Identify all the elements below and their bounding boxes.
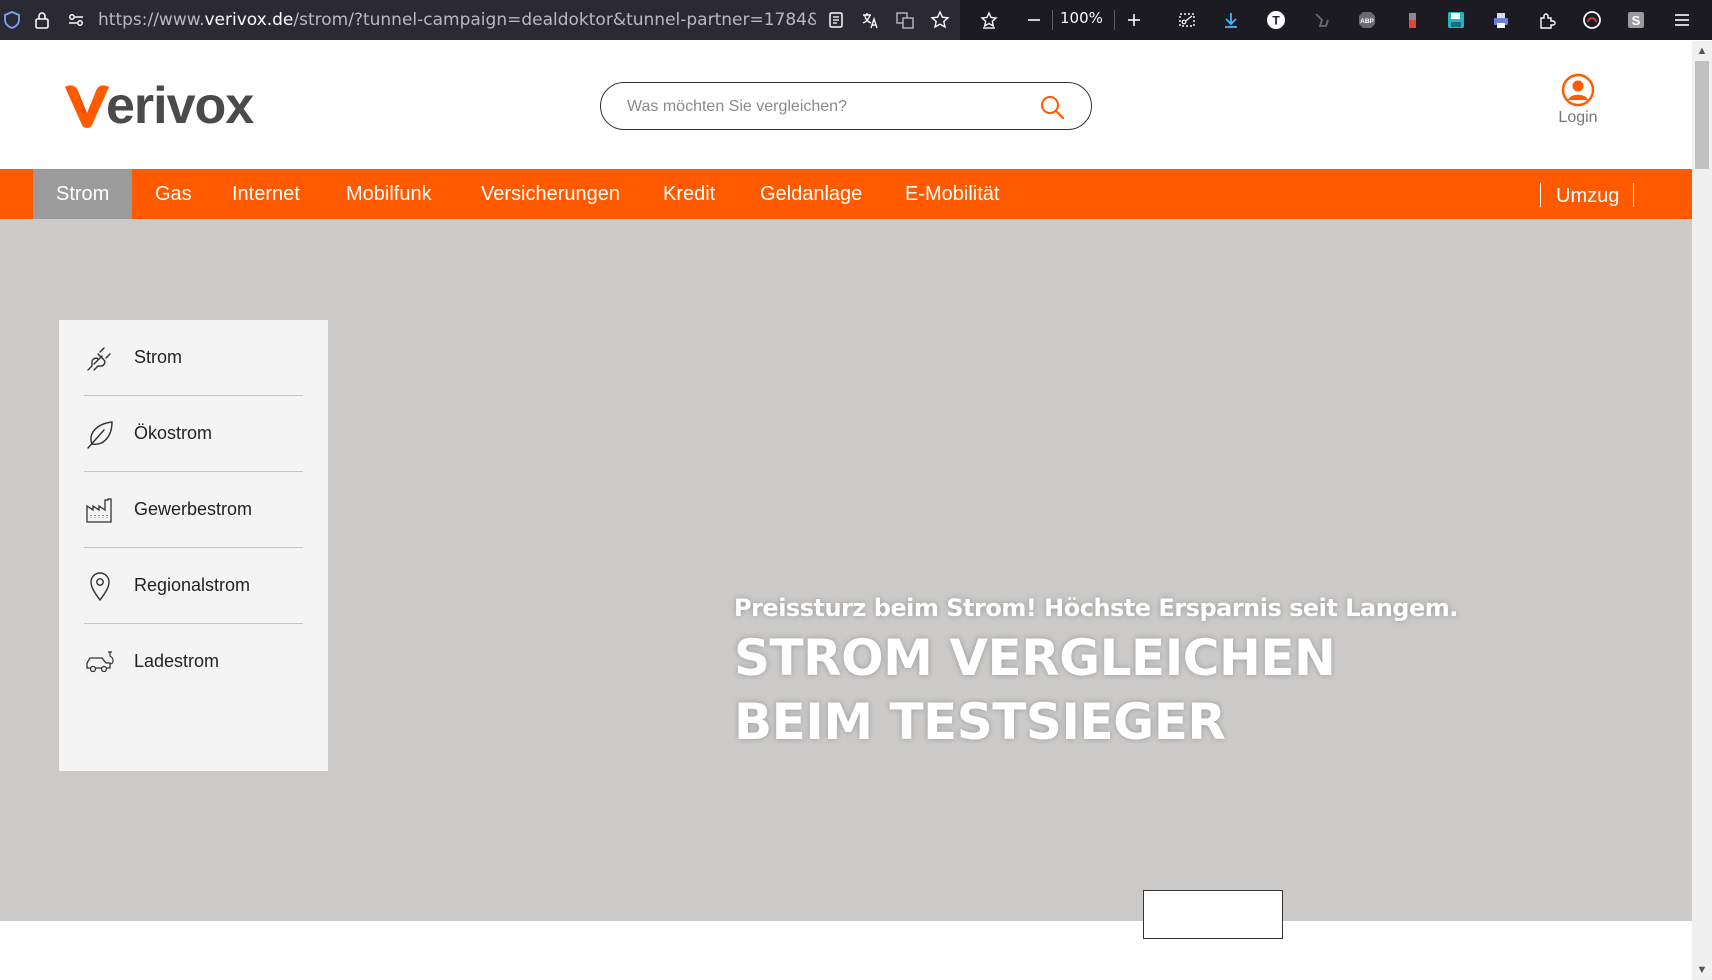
svg-text:ABP: ABP — [1360, 18, 1374, 25]
hero-headline: STROM VERGLEICHEN BEIM TESTSIEGER — [734, 629, 1336, 751]
address-bar[interactable]: https://www.verivox.de/strom/?tunnel-cam… — [0, 0, 960, 40]
factory-icon — [86, 497, 112, 523]
zoom-in-icon[interactable] — [1122, 8, 1146, 32]
nav-divider — [1633, 183, 1634, 207]
extension-icon[interactable] — [1310, 8, 1334, 32]
svg-text:T: T — [1272, 14, 1280, 28]
bookmark-star-icon[interactable] — [928, 8, 952, 32]
nav-item-geldanlage[interactable]: Geldanlage — [760, 169, 862, 219]
bookmarks-icon[interactable] — [977, 8, 1001, 32]
scroll-up-arrow[interactable]: ▲ — [1696, 45, 1708, 57]
profile-sync-icon[interactable] — [1580, 8, 1604, 32]
verivox-v-icon — [65, 85, 109, 128]
submenu-item-oekostrom[interactable]: Ökostrom — [84, 396, 303, 472]
nav-item-versicherungen[interactable]: Versicherungen — [481, 169, 620, 219]
save-extension-icon[interactable] — [1444, 8, 1468, 32]
submenu-item-strom[interactable]: Strom — [84, 320, 303, 396]
search-box[interactable] — [600, 82, 1092, 130]
map-pin-icon — [90, 571, 110, 601]
electric-car-icon — [86, 650, 114, 672]
page-scrollbar[interactable]: ▲ ▼ — [1692, 41, 1712, 980]
main-navigation: Strom Gas Internet Mobilfunk Versicherun… — [0, 169, 1692, 219]
zoom-out-icon[interactable] — [1022, 8, 1046, 32]
toolbar-separator — [1052, 10, 1053, 30]
nav-item-umzug[interactable]: Umzug — [1556, 171, 1619, 221]
nav-divider — [1540, 183, 1541, 207]
submenu-label: Gewerbestrom — [134, 499, 253, 519]
browser-toolbar: https://www.verivox.de/strom/?tunnel-cam… — [0, 0, 1712, 40]
plug-icon — [87, 346, 111, 371]
s-extension-icon[interactable]: S — [1624, 8, 1648, 32]
logo-wordmark: erivox — [106, 77, 254, 135]
web-page: erivox Login Strom Gas Internet Mobilfun… — [0, 41, 1692, 980]
submenu-label: Regionalstrom — [134, 575, 251, 595]
hero-text: Preissturz beim Strom! Höchste Ersparnis… — [734, 594, 1458, 754]
screenshot-icon[interactable] — [1175, 8, 1199, 32]
extensions-puzzle-icon[interactable] — [1535, 8, 1559, 32]
nav-item-kredit[interactable]: Kredit — [663, 169, 715, 219]
user-icon — [1561, 73, 1595, 107]
nav-item-e-mobilitaet[interactable]: E-Mobilität — [905, 169, 999, 219]
leaf-icon — [87, 420, 113, 449]
menu-hamburger-icon[interactable] — [1670, 8, 1694, 32]
hero-kicker: Preissturz beim Strom! Höchste Ersparnis… — [734, 594, 1458, 622]
strom-submenu: Strom Ökostrom Gewerbestrom Regionalstro… — [59, 320, 328, 771]
submenu-item-gewerbestrom[interactable]: Gewerbestrom — [84, 472, 303, 548]
toolbar-separator — [1114, 10, 1115, 30]
page-translate-icon[interactable] — [893, 8, 917, 32]
nav-item-strom[interactable]: Strom — [33, 169, 133, 219]
nav-item-gas[interactable]: Gas — [155, 169, 192, 219]
lock-icon[interactable] — [30, 8, 54, 32]
scrollbar-thumb[interactable] — [1695, 61, 1709, 169]
hero-banner: Strom Ökostrom Gewerbestrom Regionalstro… — [0, 219, 1692, 921]
site-permissions-icon[interactable] — [64, 8, 88, 32]
submenu-label: Ladestrom — [134, 651, 220, 671]
zoom-level[interactable]: 100% — [1060, 9, 1103, 27]
shield-icon[interactable] — [0, 8, 24, 32]
download-icon[interactable] — [1219, 8, 1243, 32]
t-extension-icon[interactable]: T — [1264, 8, 1288, 32]
reader-view-icon[interactable] — [824, 8, 848, 32]
nav-item-internet[interactable]: Internet — [232, 169, 300, 219]
adblock-plus-icon[interactable]: ABP — [1355, 8, 1379, 32]
url-text[interactable]: https://www.verivox.de/strom/?tunnel-cam… — [98, 9, 816, 31]
login-button[interactable]: Login — [1550, 73, 1606, 127]
scroll-down-arrow[interactable]: ▼ — [1696, 964, 1708, 976]
submenu-item-regionalstrom[interactable]: Regionalstrom — [84, 548, 303, 624]
bottom-placeholder-box[interactable] — [1143, 890, 1283, 939]
svg-text:S: S — [1632, 13, 1641, 28]
search-input[interactable] — [625, 95, 1029, 119]
submenu-item-ladestrom[interactable]: Ladestrom — [84, 624, 303, 699]
battery-extension-icon[interactable] — [1400, 8, 1424, 32]
login-label: Login — [1558, 109, 1598, 126]
submenu-label: Strom — [134, 347, 183, 367]
submenu-label: Ökostrom — [134, 423, 213, 443]
nav-item-mobilfunk[interactable]: Mobilfunk — [346, 169, 432, 219]
print-extension-icon[interactable] — [1489, 8, 1513, 32]
search-icon[interactable] — [1039, 94, 1065, 120]
translate-icon[interactable] — [858, 8, 882, 32]
verivox-logo[interactable]: erivox — [62, 77, 254, 135]
